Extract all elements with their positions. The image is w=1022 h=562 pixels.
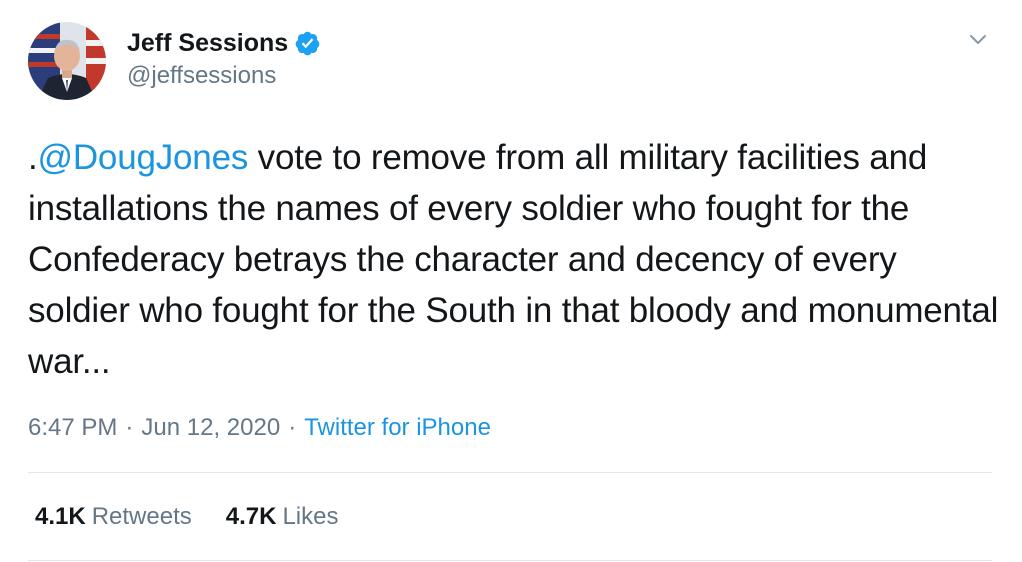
meta-separator: · — [288, 414, 297, 441]
tweet-meta: 6:47 PM · Jun 12, 2020 · Twitter for iPhone — [28, 414, 491, 442]
verified-badge-icon — [294, 30, 321, 57]
tweet-stats: 4.1K Retweets 4.7K Likes — [35, 503, 372, 531]
retweets-label: Retweets — [91, 503, 192, 530]
author-name-row[interactable]: Jeff Sessions — [127, 28, 321, 58]
tweet-text-prefix: . — [28, 138, 38, 177]
divider — [28, 472, 992, 473]
display-name[interactable]: Jeff Sessions — [127, 29, 288, 58]
tweet-date[interactable]: Jun 12, 2020 — [141, 414, 280, 441]
user-handle[interactable]: @jeffsessions — [127, 62, 276, 90]
retweets-stat[interactable]: 4.1K Retweets — [35, 503, 192, 531]
tweet-text: .@DougJones vote to remove from all mili… — [28, 132, 1003, 387]
likes-count: 4.7K — [225, 503, 277, 530]
avatar-image — [28, 22, 106, 100]
avatar[interactable] — [28, 22, 106, 100]
meta-separator: · — [125, 414, 134, 441]
retweets-count: 4.1K — [35, 503, 86, 530]
tweet-time[interactable]: 6:47 PM — [28, 414, 117, 441]
mention-link[interactable]: @DougJones — [38, 138, 249, 177]
tweet-source-link[interactable]: Twitter for iPhone — [304, 414, 491, 441]
chevron-down-icon[interactable] — [968, 30, 988, 50]
likes-label: Likes — [282, 503, 339, 530]
divider — [28, 560, 992, 561]
tweet-card: Jeff Sessions @jeffsessions .@DougJones … — [0, 0, 1022, 562]
likes-stat[interactable]: 4.7K Likes — [226, 503, 339, 531]
